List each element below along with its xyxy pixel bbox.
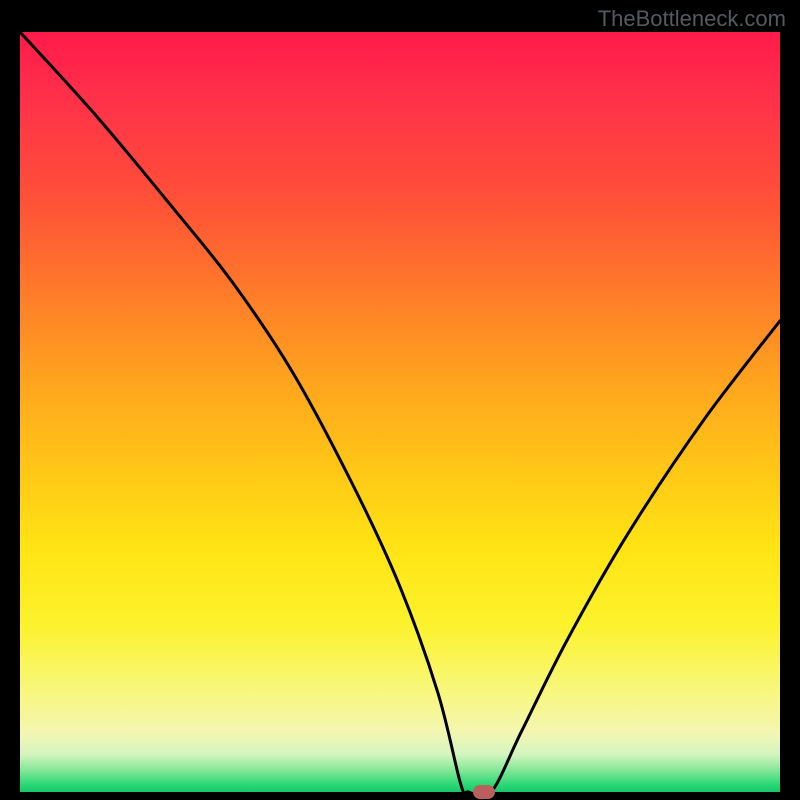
minimum-marker — [473, 785, 495, 799]
chart-plot-area — [20, 32, 780, 792]
bottleneck-curve — [20, 32, 780, 792]
watermark-text: TheBottleneck.com — [598, 6, 786, 32]
